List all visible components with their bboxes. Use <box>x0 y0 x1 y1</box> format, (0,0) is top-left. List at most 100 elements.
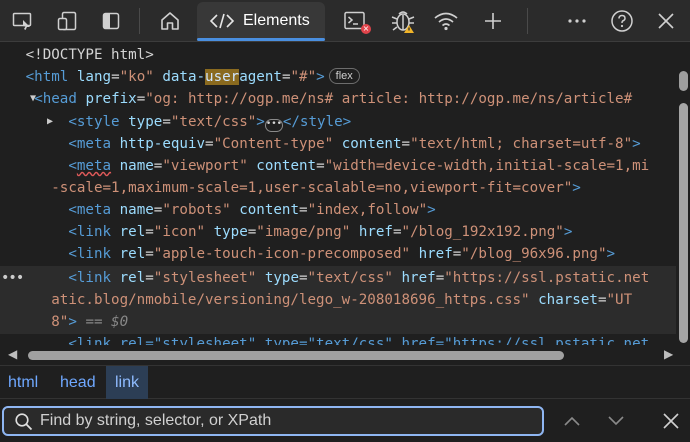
node-actions-icon[interactable]: ••• <box>1 267 24 289</box>
dom-tree: <!DOCTYPE html> <html lang="ko" data-use… <box>0 43 690 345</box>
device-emulation-icon <box>12 12 32 30</box>
doctype-text: <!DOCTYPE html> <box>25 47 154 63</box>
attr-name: name <box>119 202 154 218</box>
tab-elements[interactable]: Elements <box>197 2 325 40</box>
attr-name: name <box>119 158 154 174</box>
dom-node-link-icon[interactable]: <link rel="icon" type="image/png" href="… <box>0 221 676 243</box>
search-icon <box>15 413 33 431</box>
tag-name: <head <box>34 91 77 107</box>
dock-button[interactable] <box>52 5 82 37</box>
attr-name: data- <box>162 69 206 85</box>
welcome-home-button[interactable] <box>155 5 185 37</box>
breadcrumb-item-html[interactable]: html <box>2 366 44 399</box>
attr-value: "/blog_96x96.png" <box>461 246 607 262</box>
dom-node-link-apple[interactable]: <link rel="apple-touch-icon-precomposed"… <box>0 243 676 265</box>
dom-node-link-stylesheet[interactable]: ••• <link rel="stylesheet" type="text/cs… <box>0 267 676 289</box>
vertical-scroll-thumb[interactable] <box>679 71 688 91</box>
device-emulation-button[interactable] <box>8 5 38 37</box>
toolbar-separator <box>527 8 528 34</box>
tag-name: <meta <box>68 202 112 218</box>
attr-name: charset <box>538 292 598 308</box>
tag-close: > <box>256 114 265 130</box>
tag-close: > <box>563 224 573 240</box>
devtools-toolbar: Elements × <box>0 0 690 42</box>
dom-node-link-next[interactable]: <link rel="stylesheet" type="text/css" h… <box>0 333 676 345</box>
close-search-button[interactable] <box>658 409 684 433</box>
attr-value: "index,follow" <box>307 202 428 218</box>
horizontal-scroll-thumb[interactable] <box>28 351 564 360</box>
attr-value: "ko" <box>119 69 154 85</box>
breadcrumb-item-head[interactable]: head <box>54 366 102 399</box>
attr-value: "width=device-width,initial-scale=1,mi <box>324 158 650 174</box>
attr-value: "apple-touch-icon-precomposed" <box>153 246 411 262</box>
tag-close: > <box>316 69 325 85</box>
dom-node-link-stylesheet-cont: atic.blog/nmobile/versioning/lego_w-2080… <box>51 292 633 308</box>
tag-name: <link <box>68 246 112 262</box>
tag-close: > <box>572 180 581 196</box>
vertical-scroll-track-thumb[interactable] <box>679 103 688 343</box>
attr-value: "UT <box>606 292 633 308</box>
sidebar-toggle-button[interactable] <box>96 5 126 37</box>
attr-value: "Content-type" <box>213 136 334 152</box>
tab-sources[interactable] <box>386 5 422 37</box>
dock-icon <box>57 11 77 31</box>
attr-value: -scale=1,maximum-scale=1,user-scalable=n… <box>51 180 573 196</box>
attr-value: "text/html; charset=utf-8" <box>410 136 633 152</box>
attr-name: rel <box>119 270 146 286</box>
tab-network[interactable] <box>430 5 462 37</box>
attr-value: "stylesheet" <box>153 270 257 286</box>
search-input[interactable] <box>40 410 530 432</box>
breadcrumb-item-link[interactable]: link <box>106 366 148 399</box>
scroll-left-icon[interactable]: ◀ <box>8 347 17 361</box>
close-icon <box>663 413 679 429</box>
search-box[interactable] <box>2 406 544 436</box>
console-ref-indicator: == $0 <box>85 314 129 330</box>
add-tool-button[interactable] <box>478 5 508 37</box>
search-highlight: user <box>205 69 240 85</box>
attr-value: "icon" <box>153 224 206 240</box>
active-tab-indicator <box>197 38 325 41</box>
dom-node-style[interactable]: ▶ <style type="text/css">•••</style> <box>0 111 676 133</box>
scroll-right-icon[interactable]: ▶ <box>664 347 673 361</box>
tag-close: > <box>632 136 641 152</box>
dom-node-meta-viewport[interactable]: <meta name="viewport" content="width=dev… <box>0 155 676 177</box>
attr-name: lang <box>76 69 112 85</box>
attr-name: agent <box>239 69 282 85</box>
next-match-button[interactable] <box>603 409 629 433</box>
dom-node-html[interactable]: <html lang="ko" data-useragent="#"> flex <box>0 66 676 88</box>
attr-value: "robots" <box>162 202 231 218</box>
horizontal-scrollbar[interactable]: ◀ ▶ <box>0 345 690 365</box>
more-tools-button[interactable] <box>562 5 592 37</box>
close-devtools-button[interactable] <box>651 5 681 37</box>
tag-text: <link rel="stylesheet" type="text/css" h… <box>68 336 650 345</box>
tag-name: <style <box>68 114 120 130</box>
attr-name: rel <box>119 224 146 240</box>
more-icon <box>568 19 586 23</box>
attr-name: type <box>128 114 163 130</box>
attr-name: rel <box>119 246 146 262</box>
dom-node-head[interactable]: ▼ <head prefix="og: http://ogp.me/ns# ar… <box>0 88 676 110</box>
attr-name: content <box>341 136 402 152</box>
dom-node-doctype[interactable]: <!DOCTYPE html> <box>0 44 676 66</box>
collapsed-triangle-icon[interactable]: ▶ <box>47 111 53 133</box>
tab-console[interactable]: × <box>338 5 372 37</box>
attr-name: content <box>239 202 300 218</box>
attr-name: content <box>256 158 317 174</box>
flex-badge[interactable]: flex <box>328 68 360 84</box>
attr-name: http-equiv <box>119 136 206 152</box>
tag-name: <meta <box>68 136 112 152</box>
attr-value: "image/png" <box>256 224 351 240</box>
dom-node-link-stylesheet-end: 8"> == $0 <box>0 311 676 333</box>
dom-node-meta[interactable]: <meta http-equiv="Content-type" content=… <box>0 133 676 155</box>
dom-node-meta-robots[interactable]: <meta name="robots" content="index,follo… <box>0 199 676 221</box>
attr-value: 8" <box>51 314 69 330</box>
tag-open: < <box>68 158 77 174</box>
chevron-down-icon <box>608 416 624 426</box>
help-button[interactable] <box>607 5 637 37</box>
collapsed-content-badge[interactable]: ••• <box>264 119 283 132</box>
vertical-scrollbar[interactable] <box>676 43 690 345</box>
tag-name-with-issue[interactable]: meta <box>77 158 111 174</box>
attr-name: href <box>418 246 453 262</box>
expanded-triangle-icon[interactable]: ▼ <box>30 88 36 110</box>
previous-match-button[interactable] <box>559 409 585 433</box>
